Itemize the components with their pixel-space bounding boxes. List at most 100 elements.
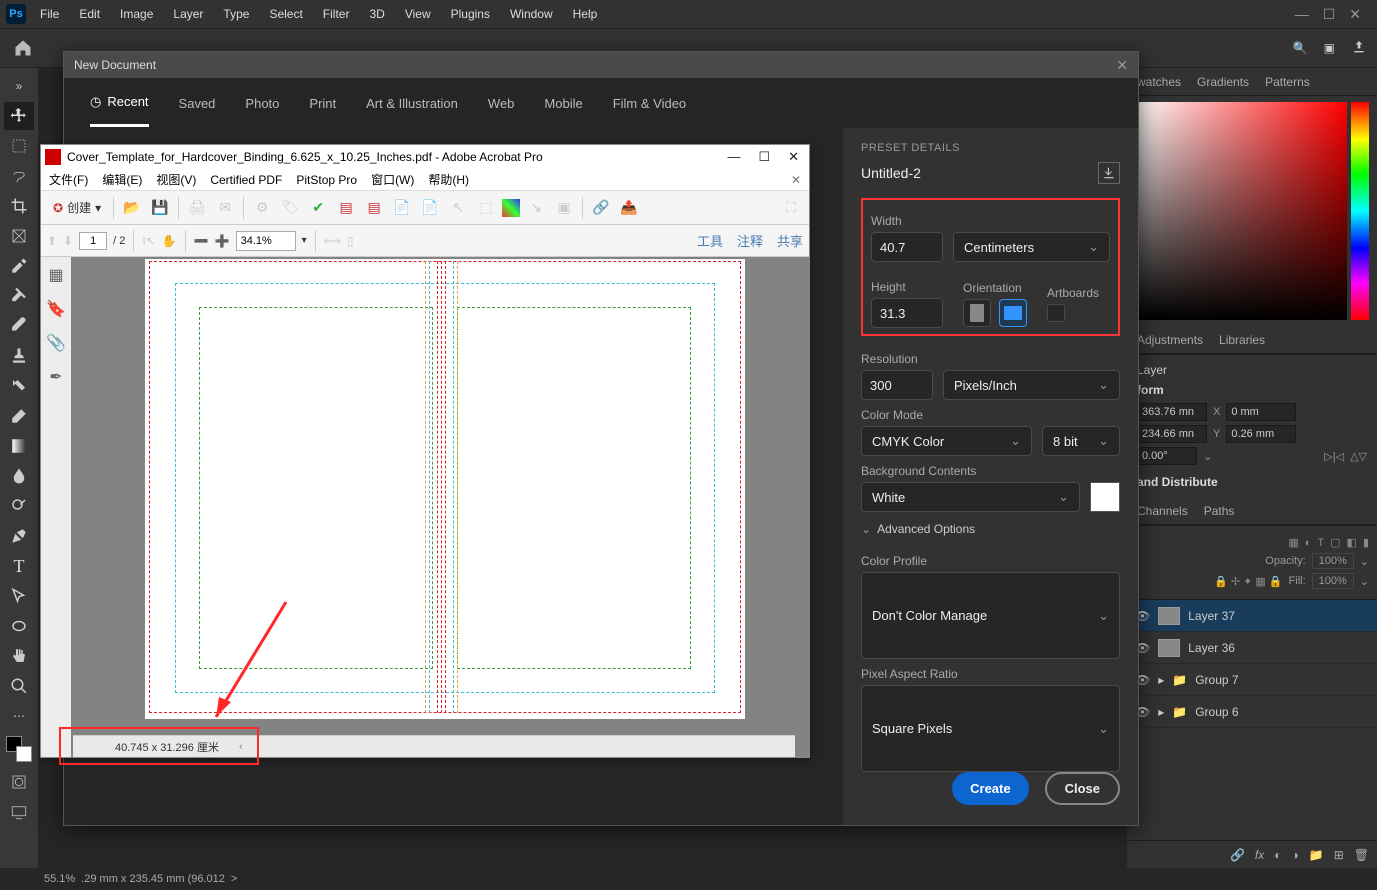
tab-photo[interactable]: Photo bbox=[245, 96, 279, 111]
menu-image[interactable]: Image bbox=[112, 3, 161, 25]
pdf-icon[interactable]: ▤ bbox=[334, 196, 358, 220]
prop-x-input[interactable] bbox=[1226, 403, 1296, 421]
tab-recent[interactable]: ◷Recent bbox=[90, 94, 149, 127]
color-profile-select[interactable]: Don't Color Manage⌄ bbox=[861, 572, 1120, 659]
pointer-icon[interactable]: ↖ bbox=[446, 196, 470, 220]
chevron-down-icon[interactable]: ⌄ bbox=[1203, 450, 1212, 463]
hand-icon[interactable]: ✋ bbox=[162, 234, 177, 248]
prop-h-input[interactable] bbox=[1137, 425, 1207, 443]
win-maximize[interactable]: ☐ bbox=[1323, 6, 1336, 23]
eraser-tool[interactable] bbox=[4, 402, 34, 430]
ac-create-button[interactable]: ✪创建▾ bbox=[47, 197, 107, 218]
tab-gradients[interactable]: Gradients bbox=[1197, 75, 1249, 89]
screen-mode-icon[interactable] bbox=[4, 798, 34, 826]
blur-tool[interactable] bbox=[4, 462, 34, 490]
expand-icon[interactable]: ▸ bbox=[1158, 673, 1164, 687]
email-icon[interactable]: ✉ bbox=[213, 196, 237, 220]
page-down-icon[interactable]: ⬇ bbox=[63, 234, 73, 248]
tab-patterns[interactable]: Patterns bbox=[1265, 75, 1310, 89]
create-button[interactable]: Create bbox=[952, 772, 1028, 805]
gear-icon[interactable]: ⚙ bbox=[250, 196, 274, 220]
tab-art[interactable]: Art & Illustration bbox=[366, 96, 458, 111]
menu-select[interactable]: Select bbox=[261, 3, 310, 25]
ac-menu-edit[interactable]: 编辑(E) bbox=[102, 171, 142, 188]
layer-filter-icon[interactable]: T bbox=[1317, 537, 1324, 549]
chevron-right-icon[interactable]: > bbox=[231, 873, 237, 885]
color-field[interactable] bbox=[1135, 102, 1347, 320]
ac-menu-pitstop[interactable]: PitStop Pro bbox=[296, 173, 357, 187]
menu-layer[interactable]: Layer bbox=[165, 3, 211, 25]
menu-plugins[interactable]: Plugins bbox=[443, 3, 498, 25]
check-icon[interactable]: ✔ bbox=[306, 196, 330, 220]
dodge-tool[interactable] bbox=[4, 492, 34, 520]
layer-row[interactable]: 👁 Layer 36 bbox=[1127, 632, 1377, 664]
quick-mask-icon[interactable] bbox=[4, 768, 34, 796]
ac-min[interactable]: — bbox=[727, 149, 740, 165]
print-icon[interactable]: 🖨 bbox=[185, 196, 209, 220]
zoom-out-icon[interactable]: ➖ bbox=[194, 234, 209, 248]
frame-tool[interactable] bbox=[4, 222, 34, 250]
brush-tool[interactable] bbox=[4, 312, 34, 340]
color-swatches[interactable] bbox=[4, 732, 34, 766]
color-mode-select[interactable]: CMYK Color⌄ bbox=[861, 426, 1032, 456]
color-icon[interactable] bbox=[502, 199, 520, 217]
hand-tool[interactable] bbox=[4, 642, 34, 670]
bg-select[interactable]: White⌄ bbox=[861, 482, 1080, 512]
search-icon[interactable]: 🔍 bbox=[1293, 41, 1308, 55]
eyedropper-tool[interactable] bbox=[4, 252, 34, 280]
ac-close[interactable]: ✕ bbox=[788, 149, 799, 165]
select-icon[interactable]: I↖ bbox=[142, 234, 155, 248]
tab-saved[interactable]: Saved bbox=[179, 96, 216, 111]
fullscreen-icon[interactable]: ⛶ bbox=[779, 196, 803, 220]
history-brush-tool[interactable] bbox=[4, 372, 34, 400]
orientation-landscape[interactable] bbox=[999, 299, 1027, 327]
pen-tool[interactable] bbox=[4, 522, 34, 550]
arrow-icon[interactable]: ↘ bbox=[524, 196, 548, 220]
layer-filter-icon[interactable]: ◧ bbox=[1347, 536, 1357, 549]
zoom-in-icon[interactable]: ➕ bbox=[215, 234, 230, 248]
page-input[interactable] bbox=[79, 232, 107, 250]
menu-filter[interactable]: Filter bbox=[315, 3, 358, 25]
share-icon[interactable] bbox=[1351, 39, 1367, 58]
fit-page-icon[interactable]: ▯ bbox=[347, 234, 354, 248]
opacity-value[interactable]: 100% bbox=[1312, 553, 1354, 569]
doc-check-icon[interactable]: 📄 bbox=[390, 196, 414, 220]
tab-adjustments[interactable]: Adjustments bbox=[1137, 333, 1203, 347]
zoom-tool[interactable] bbox=[4, 672, 34, 700]
tab-mobile[interactable]: Mobile bbox=[544, 96, 582, 111]
bit-depth-select[interactable]: 8 bit⌄ bbox=[1042, 426, 1120, 456]
shape-tool[interactable] bbox=[4, 612, 34, 640]
thumbs-icon[interactable]: ▦ bbox=[48, 265, 63, 285]
zoom-input[interactable] bbox=[236, 231, 296, 251]
height-input[interactable] bbox=[871, 298, 943, 328]
menu-view[interactable]: View bbox=[397, 3, 439, 25]
ac-comment-link[interactable]: 注释 bbox=[737, 231, 763, 250]
layer-filter-icon[interactable]: ▦ bbox=[1288, 536, 1298, 549]
fill-value[interactable]: 100% bbox=[1312, 573, 1354, 589]
menu-help[interactable]: Help bbox=[565, 3, 606, 25]
prop-y-input[interactable] bbox=[1226, 425, 1296, 443]
home-icon[interactable] bbox=[10, 35, 36, 61]
stack-icon[interactable]: ▣ bbox=[552, 196, 576, 220]
lock-icons[interactable]: 🔒 ✢ ✦ ▦ 🔒 bbox=[1214, 575, 1282, 588]
ac-menu-window[interactable]: 窗口(W) bbox=[371, 171, 414, 188]
mask-icon[interactable]: ◐ bbox=[1274, 848, 1281, 862]
layer-row[interactable]: 👁 ▸ 📁 Group 7 bbox=[1127, 664, 1377, 696]
lasso-tool[interactable] bbox=[4, 162, 34, 190]
ac-max[interactable]: ☐ bbox=[758, 149, 770, 165]
tab-libraries[interactable]: Libraries bbox=[1219, 333, 1265, 347]
menu-file[interactable]: File bbox=[32, 3, 67, 25]
menu-window[interactable]: Window bbox=[502, 3, 561, 25]
save-icon[interactable]: 💾 bbox=[148, 196, 172, 220]
page-up-icon[interactable]: ⬆ bbox=[47, 234, 57, 248]
path-select-tool[interactable] bbox=[4, 582, 34, 610]
new-layer-icon[interactable]: ⊞ bbox=[1334, 848, 1344, 862]
layer-row[interactable]: 👁 ▸ 📁 Group 6 bbox=[1127, 696, 1377, 728]
tab-film[interactable]: Film & Video bbox=[613, 96, 686, 111]
adjust-icon[interactable]: ◑ bbox=[1292, 848, 1299, 862]
layer-filter-icon[interactable]: ▢ bbox=[1330, 536, 1340, 549]
menu-edit[interactable]: Edit bbox=[71, 3, 108, 25]
resolution-unit-select[interactable]: Pixels/Inch⌄ bbox=[943, 370, 1120, 400]
flip-v-icon[interactable]: △▽ bbox=[1350, 450, 1367, 463]
doc-plus-icon[interactable]: 📄 bbox=[418, 196, 442, 220]
